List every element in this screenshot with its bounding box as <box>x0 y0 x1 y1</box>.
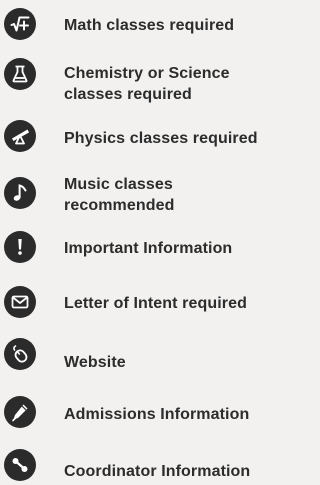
legend-item-important: Important Information <box>0 231 284 267</box>
legend-item-math: Math classes required <box>0 8 284 44</box>
share-link-icon <box>4 449 36 481</box>
legend-item-label: Physics classes required <box>64 130 258 147</box>
icon-legend: Math classes required Chemistry or Scien… <box>0 0 284 485</box>
legend-item-admissions: Admissions Information <box>0 396 284 432</box>
legend-item-coordinator: Coordinator Information <box>0 449 284 485</box>
telescope-icon <box>4 120 36 152</box>
legend-item-physics: Physics classes required <box>0 120 284 156</box>
legend-item-music: Music classes recommended <box>0 172 284 220</box>
music-note-icon <box>4 177 36 209</box>
square-root-plus-icon <box>4 8 36 40</box>
legend-item-letter: Letter of Intent required <box>0 286 284 322</box>
legend-item-label: Music classes recommended <box>64 176 175 214</box>
legend-item-label: Admissions Information <box>64 406 250 423</box>
legend-item-label: Important Information <box>64 240 233 257</box>
exclamation-icon <box>4 231 36 263</box>
legend-item-label: Website <box>64 354 126 371</box>
legend-item-label: Letter of Intent required <box>64 295 247 312</box>
legend-item-label: Chemistry or Science classes required <box>64 65 230 103</box>
flask-icon <box>4 58 36 90</box>
mouse-icon <box>4 338 36 370</box>
legend-item-chemistry: Chemistry or Science classes required <box>0 58 284 106</box>
legend-item-label: Coordinator Information <box>64 463 251 480</box>
envelope-icon <box>4 286 36 318</box>
legend-item-website: Website <box>0 338 284 374</box>
legend-item-label: Math classes required <box>64 17 235 34</box>
pen-icon <box>4 396 36 428</box>
